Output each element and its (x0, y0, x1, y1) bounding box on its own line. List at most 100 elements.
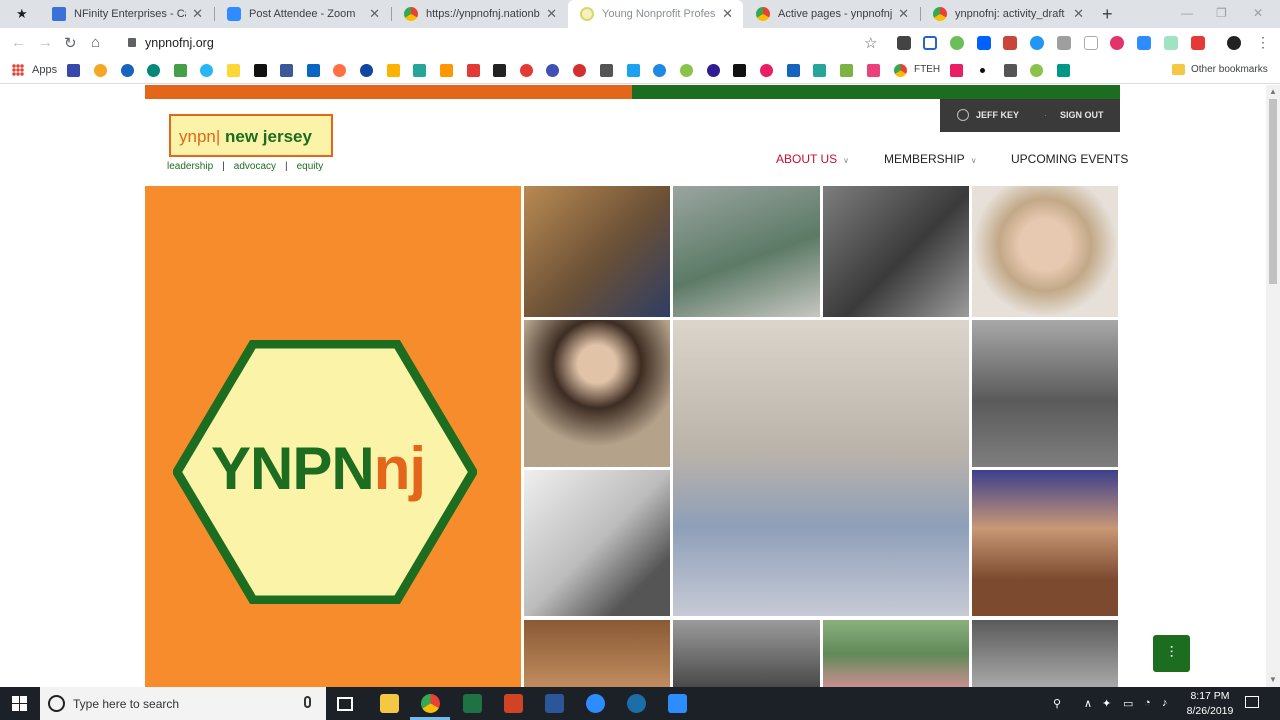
bookmark-icon[interactable] (67, 64, 80, 77)
home-icon[interactable]: ⌂ (91, 34, 100, 51)
file-explorer-icon[interactable] (380, 694, 399, 713)
chrome-taskbar-icon[interactable] (421, 694, 440, 713)
menu-kebab-icon[interactable]: ⋮ (1256, 34, 1270, 51)
close-tab-icon[interactable]: ✕ (898, 6, 909, 22)
tab-zoom[interactable]: Post Attendee - Zoom ✕ (215, 0, 390, 28)
extension-icon[interactable] (1191, 36, 1205, 50)
bookmark-icon[interactable] (467, 64, 480, 77)
bookmark-icon[interactable] (980, 68, 985, 73)
taskbar-search-box[interactable]: Type here to search (40, 687, 326, 720)
extension-icon[interactable] (1030, 36, 1044, 50)
task-view-icon[interactable] (337, 697, 353, 711)
minimize-window-icon[interactable]: — (1181, 6, 1193, 20)
bookmark-icon[interactable] (760, 64, 773, 77)
bookmark-icon[interactable] (707, 64, 720, 77)
taskbar-clock[interactable]: 8:17 PM 8/26/2019 (1180, 689, 1240, 719)
bookmark-icon[interactable] (840, 64, 853, 77)
apps-bookmark[interactable]: Apps (32, 64, 57, 76)
bookmark-icon[interactable] (174, 64, 187, 77)
close-tab-icon[interactable]: ✕ (722, 6, 733, 22)
bookmark-icon[interactable] (413, 64, 426, 77)
other-bookmarks[interactable]: Other bookmarks (1191, 64, 1268, 75)
facebook-bookmark-icon[interactable] (280, 64, 293, 77)
bookmark-icon[interactable] (813, 64, 826, 77)
tab-ynpn-active[interactable]: Young Nonprofit Profession ✕ (568, 0, 743, 28)
tab-active-pages[interactable]: Active pages - ynpnofnj ✕ (744, 0, 919, 28)
site-logo[interactable]: ynpn| new jersey (169, 114, 333, 157)
battery-icon[interactable]: ▭ (1123, 697, 1133, 710)
microphone-icon[interactable] (304, 696, 311, 708)
zoom-extension-icon[interactable] (1137, 36, 1151, 50)
bookmark-icon[interactable] (387, 64, 400, 77)
page-scrollbar[interactable]: ▲ ▼ (1266, 85, 1280, 687)
restore-window-icon[interactable]: ❐ (1216, 6, 1227, 20)
linkedin-bookmark-icon[interactable] (307, 64, 320, 77)
bookmark-icon[interactable] (147, 64, 160, 77)
tab-nfinity[interactable]: NFinity Enterprises - Calend ✕ (40, 0, 213, 28)
powerpoint-icon[interactable] (504, 694, 523, 713)
volume-icon[interactable]: ♪ (1162, 697, 1168, 709)
dropbox-extension-icon[interactable] (977, 36, 991, 50)
extension-icon[interactable] (1003, 36, 1017, 50)
tab-nationbuilder[interactable]: https://ynpnofnj.nationbuil ✕ (392, 0, 567, 28)
extension-icon[interactable] (1110, 36, 1124, 50)
bookmark-icon[interactable] (94, 64, 107, 77)
bookmark-icon[interactable] (1004, 64, 1017, 77)
bookmark-icon[interactable] (333, 64, 346, 77)
reload-icon[interactable]: ↻ (64, 34, 77, 52)
zoom-meeting-icon[interactable] (668, 694, 687, 713)
nav-about-us[interactable]: ABOUT US ∨ (776, 152, 849, 166)
apps-grid-icon[interactable] (12, 64, 24, 76)
bookmark-icon[interactable] (573, 64, 586, 77)
zoom-taskbar-icon[interactable] (586, 694, 605, 713)
extension-icon[interactable] (923, 36, 937, 50)
extension-icon[interactable] (950, 36, 964, 50)
steam-icon[interactable] (627, 694, 646, 713)
user-name-link[interactable]: JEFF KEY (976, 110, 1019, 120)
wifi-icon[interactable]: ◔ (1144, 697, 1151, 709)
bookmark-icon[interactable] (227, 64, 240, 77)
bookmark-icon[interactable] (200, 64, 213, 77)
bookmark-icon[interactable] (600, 64, 613, 77)
bookmark-icon[interactable] (787, 64, 800, 77)
scroll-down-arrow-icon[interactable]: ▼ (1269, 675, 1277, 684)
medium-bookmark-icon[interactable] (254, 64, 267, 77)
bookmark-icon[interactable] (733, 64, 746, 77)
bookmark-star-icon[interactable]: ☆ (864, 34, 877, 52)
scroll-up-arrow-icon[interactable]: ▲ (1269, 87, 1277, 96)
profile-avatar-icon[interactable] (1227, 36, 1241, 50)
extension-icon[interactable] (897, 36, 911, 50)
action-center-icon[interactable] (1245, 696, 1259, 708)
close-tab-icon[interactable]: ✕ (369, 6, 380, 22)
dropbox-tray-icon[interactable]: ✦ (1102, 697, 1111, 710)
nav-upcoming-events[interactable]: UPCOMING EVENTS (1011, 152, 1128, 166)
close-tab-icon[interactable]: ✕ (192, 6, 203, 22)
new-tab-button[interactable]: + (1102, 4, 1113, 25)
bookmark-icon[interactable] (121, 64, 134, 77)
bookmark-icon[interactable] (493, 64, 506, 77)
bookmark-icon[interactable] (680, 64, 693, 77)
twitter-bookmark-icon[interactable] (627, 64, 640, 77)
bookmark-icon[interactable] (546, 64, 559, 77)
extension-icon[interactable] (1057, 36, 1071, 50)
forward-arrow-icon[interactable]: → (38, 34, 53, 51)
back-arrow-icon[interactable]: ← (11, 34, 26, 51)
bookmark-icon[interactable] (653, 64, 666, 77)
tab-activity-draft[interactable]: ynpnofnj: activity_draft ✕ (921, 0, 1094, 28)
excel-icon[interactable] (463, 694, 482, 713)
bookmark-icon[interactable] (1057, 64, 1070, 77)
show-hidden-icons-chevron[interactable]: ∧ (1084, 697, 1092, 710)
people-icon[interactable]: ⚲ (1053, 697, 1061, 710)
bookmark-icon[interactable] (950, 64, 963, 77)
windows-start-icon[interactable] (12, 696, 28, 712)
extension-icon[interactable] (1164, 36, 1178, 50)
extension-icon[interactable] (1084, 36, 1098, 50)
word-icon[interactable] (545, 694, 564, 713)
bookmark-icon[interactable] (894, 64, 907, 77)
admin-controls-button[interactable]: ⫶ (1153, 635, 1190, 672)
close-tab-icon[interactable]: ✕ (1073, 6, 1084, 22)
close-window-icon[interactable]: ✕ (1253, 6, 1263, 20)
bookmark-icon[interactable] (520, 64, 533, 77)
bookmark-icon[interactable] (360, 64, 373, 77)
scrollbar-thumb[interactable] (1269, 99, 1277, 284)
